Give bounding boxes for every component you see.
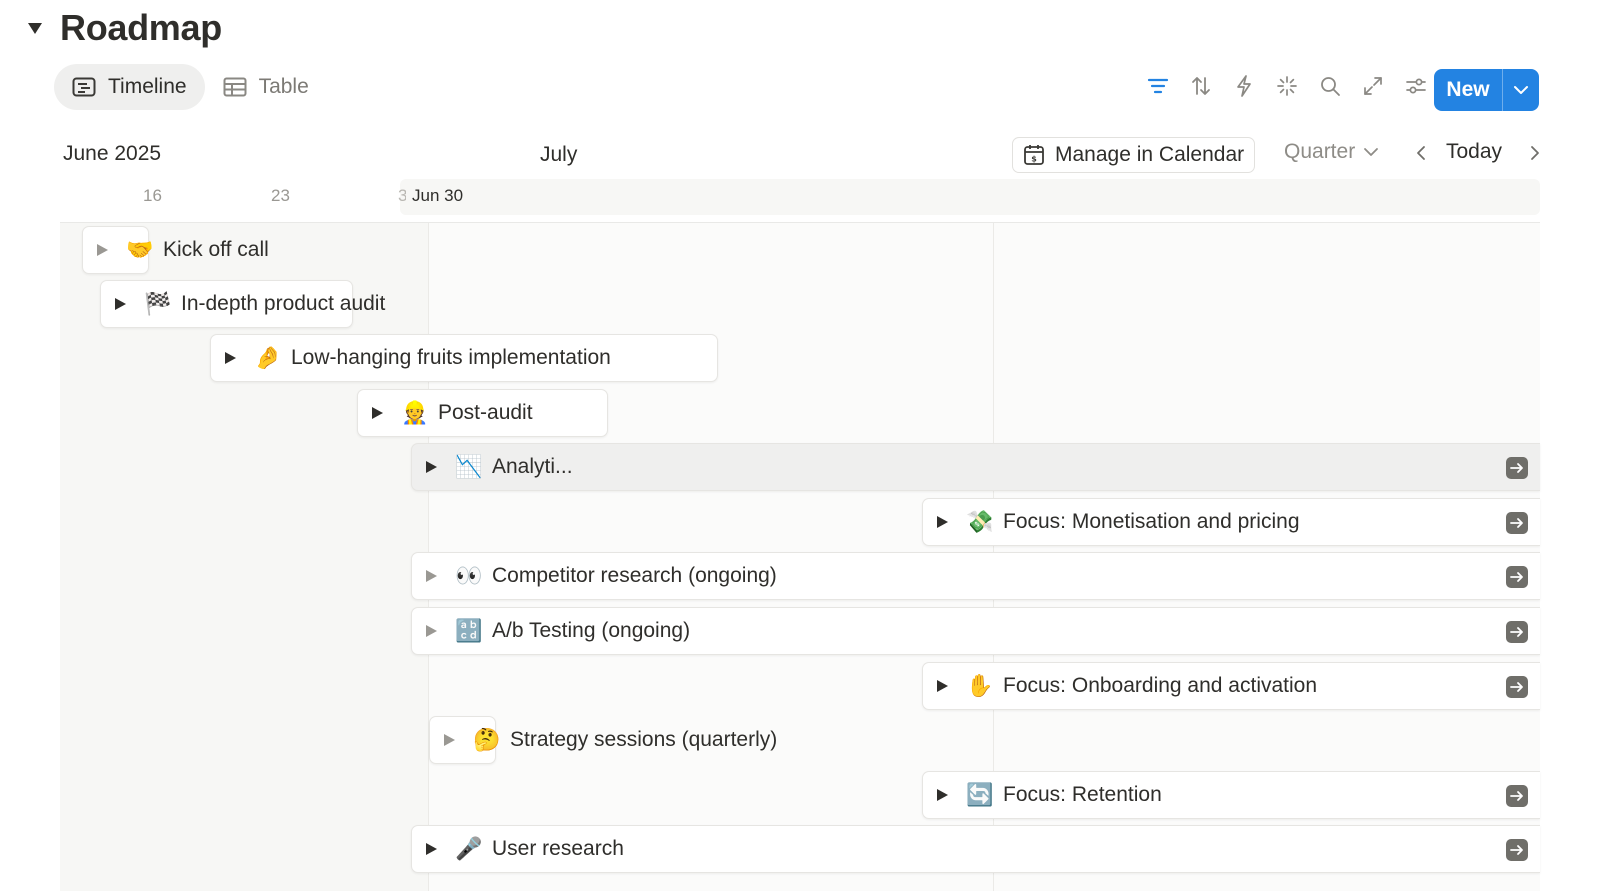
- timeline-item-analytics[interactable]: 📉 Analyti...: [411, 443, 1540, 491]
- today-button[interactable]: Today: [1446, 140, 1502, 164]
- timeline-item-focus-onboarding[interactable]: ✋ Focus: Onboarding and activation: [922, 662, 1540, 710]
- open-arrow-icon[interactable]: [1506, 839, 1528, 861]
- expand-caret-icon[interactable]: [425, 842, 438, 856]
- expand-caret-icon[interactable]: [224, 351, 237, 365]
- item-emoji-icon: 👀: [455, 563, 483, 589]
- expand-caret-icon[interactable]: [425, 569, 438, 583]
- sort-icon[interactable]: [1189, 74, 1213, 98]
- timeline-icon: [72, 77, 96, 97]
- item-label: In-depth product audit: [181, 292, 386, 315]
- filter-icon[interactable]: [1146, 74, 1170, 98]
- timeline-item-focus-monetisation[interactable]: 💸 Focus: Monetisation and pricing: [922, 498, 1540, 546]
- today-date-label: Jun 30: [412, 186, 464, 205]
- item-label: Focus: Retention: [1003, 783, 1162, 806]
- item-emoji-icon: 🏁: [144, 291, 172, 317]
- date-strip: [400, 179, 1540, 215]
- tab-timeline[interactable]: Timeline: [54, 64, 205, 110]
- day-label: 23: [271, 186, 290, 205]
- svg-text:$: $: [1031, 155, 1037, 164]
- ai-sparkle-icon[interactable]: [1275, 74, 1299, 98]
- open-arrow-icon[interactable]: [1506, 676, 1528, 698]
- timeline-item-user-research[interactable]: 🎤 User research: [411, 825, 1540, 873]
- new-dropdown-chevron-icon[interactable]: [1503, 69, 1539, 111]
- page-title-row: Roadmap: [24, 6, 222, 50]
- item-emoji-icon: 💸: [966, 509, 994, 535]
- next-period-chevron-icon[interactable]: [1524, 141, 1546, 165]
- month-label-july: July: [540, 143, 578, 166]
- settings-icon[interactable]: [1404, 74, 1428, 98]
- collapse-caret-icon[interactable]: [24, 17, 46, 39]
- expand-caret-icon[interactable]: [425, 624, 438, 638]
- page-title: Roadmap: [60, 7, 222, 48]
- range-selector[interactable]: Quarter: [1284, 140, 1379, 164]
- search-icon[interactable]: [1318, 74, 1342, 98]
- timeline-item-kick-off-call[interactable]: 🤝 Kick off call: [82, 226, 269, 274]
- item-emoji-icon: 👷: [401, 400, 429, 426]
- calendar-icon: $: [1023, 144, 1045, 166]
- timeline-item-competitor-research[interactable]: 👀 Competitor research (ongoing): [411, 552, 1540, 600]
- month-label-june: June 2025: [63, 142, 162, 165]
- item-emoji-icon: 🔄: [966, 782, 994, 808]
- item-label: Kick off call: [163, 238, 269, 261]
- expand-caret-icon[interactable]: [936, 679, 949, 693]
- day-label-cut: 3: [398, 186, 406, 205]
- item-emoji-icon: 🔡: [455, 618, 483, 644]
- expand-caret-icon[interactable]: [425, 460, 438, 474]
- tab-table[interactable]: Table: [205, 64, 327, 110]
- item-label: Low-hanging fruits implementation: [291, 346, 611, 369]
- item-emoji-icon: 🤌: [254, 345, 282, 371]
- open-arrow-icon[interactable]: [1506, 457, 1528, 479]
- item-label: Focus: Onboarding and activation: [1003, 674, 1318, 697]
- open-arrow-icon[interactable]: [1506, 566, 1528, 588]
- timeline-item-in-depth-product-audit[interactable]: 🏁 In-depth product audit: [100, 280, 385, 328]
- expand-caret-icon[interactable]: [936, 515, 949, 529]
- expand-caret-icon[interactable]: [936, 788, 949, 802]
- timeline-item-strategy-sessions[interactable]: 🤔 Strategy sessions (quarterly): [429, 716, 777, 764]
- tab-timeline-label: Timeline: [108, 75, 187, 98]
- range-label: Quarter: [1284, 140, 1356, 163]
- item-emoji-icon: 🤔: [473, 727, 501, 753]
- timeline-item-focus-retention[interactable]: 🔄 Focus: Retention: [922, 771, 1540, 819]
- open-arrow-icon[interactable]: [1506, 621, 1528, 643]
- item-label: Focus: Monetisation and pricing: [1003, 510, 1300, 533]
- expand-caret-icon[interactable]: [371, 406, 384, 420]
- expand-caret-icon[interactable]: [443, 733, 456, 747]
- manage-in-calendar-button[interactable]: $ Manage in Calendar: [1012, 137, 1256, 173]
- previous-period-chevron-icon[interactable]: [1410, 141, 1432, 165]
- item-label: Post-audit: [438, 401, 533, 424]
- view-tabs: Timeline Table: [54, 64, 327, 110]
- day-label: 16: [143, 186, 162, 205]
- manage-in-calendar-label: Manage in Calendar: [1055, 143, 1245, 166]
- timeline-item-ab-testing[interactable]: 🔡 A/b Testing (ongoing): [411, 607, 1540, 655]
- new-button-group: New: [1434, 69, 1539, 111]
- item-label: Competitor research (ongoing): [492, 564, 777, 587]
- table-icon: [223, 77, 247, 97]
- item-emoji-icon: ✋: [966, 673, 994, 699]
- item-label: User research: [492, 837, 624, 860]
- expand-caret-icon[interactable]: [96, 243, 109, 257]
- item-label: Strategy sessions (quarterly): [510, 728, 778, 751]
- new-button[interactable]: New: [1434, 69, 1503, 111]
- open-arrow-icon[interactable]: [1506, 512, 1528, 534]
- toolbar: [1146, 74, 1428, 98]
- item-emoji-icon: 🎤: [455, 836, 483, 862]
- item-emoji-icon: 🤝: [126, 237, 154, 263]
- item-label: A/b Testing (ongoing): [492, 619, 691, 642]
- expand-icon[interactable]: [1361, 74, 1385, 98]
- open-arrow-icon[interactable]: [1506, 785, 1528, 807]
- expand-caret-icon[interactable]: [114, 297, 127, 311]
- item-emoji-icon: 📉: [455, 454, 483, 480]
- tab-table-label: Table: [258, 75, 309, 98]
- automation-icon[interactable]: [1232, 74, 1256, 98]
- timeline-item-low-hanging-fruits[interactable]: 🤌 Low-hanging fruits implementation: [210, 334, 718, 382]
- chevron-down-icon: [1363, 147, 1379, 157]
- item-label: Analyti...: [492, 455, 573, 478]
- timeline-item-post-audit[interactable]: 👷 Post-audit: [357, 389, 608, 437]
